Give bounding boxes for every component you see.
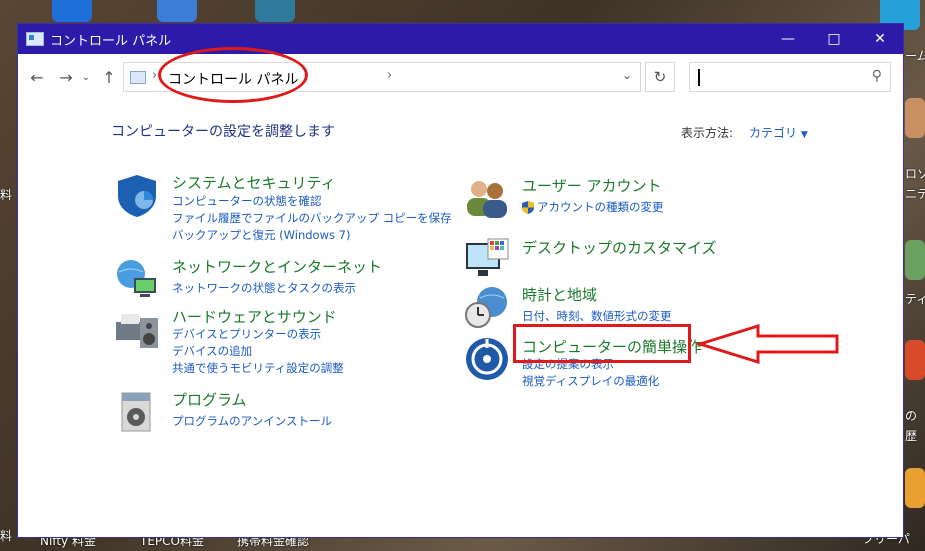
- link-mobility-settings[interactable]: 共通で使うモビリティ設定の調整: [172, 360, 344, 376]
- desktop-label: 歴: [905, 429, 918, 443]
- search-input[interactable]: ⚲: [689, 62, 891, 92]
- uac-shield-icon: [522, 201, 534, 214]
- page-heading: コンピューターの設定を調整します: [111, 124, 335, 140]
- network-globe-icon: [117, 260, 156, 297]
- maximize-button[interactable]: □: [811, 24, 857, 54]
- desktop-balloon-icon[interactable]: [905, 468, 925, 508]
- category-title[interactable]: システムとセキュリティ: [172, 172, 336, 193]
- desktop-label: 料: [0, 188, 13, 202]
- category-title[interactable]: ユーザー アカウント: [522, 175, 661, 196]
- forward-arrow-icon[interactable]: →: [55, 66, 77, 88]
- desktop-label: ニテ: [905, 187, 925, 201]
- text-cursor: [698, 69, 700, 86]
- link-network-status[interactable]: ネットワークの状態とタスクの表示: [172, 280, 356, 296]
- ease-of-access-icon: [466, 338, 508, 380]
- programs-disk-icon: [121, 392, 151, 432]
- link-devices-printers[interactable]: デバイスとプリンターの表示: [172, 326, 321, 342]
- chevron-down-icon: ▼: [800, 130, 808, 140]
- link-check-computer-status[interactable]: コンピューターの状態を確認: [172, 193, 322, 209]
- desktop-user-icon[interactable]: [905, 98, 925, 138]
- link-backup-restore[interactable]: バックアップと復元 (Windows 7): [172, 227, 350, 243]
- desktop-label: 料: [0, 529, 13, 543]
- desktop-shield-icon[interactable]: [157, 0, 197, 22]
- desktop-label: ーム: [905, 49, 925, 63]
- link-file-history[interactable]: ファイル履歴でファイルのバックアップ コピーを保存: [172, 210, 452, 226]
- link-change-date-time-format[interactable]: 日付、時刻、数値形式の変更: [522, 308, 672, 324]
- breadcrumb-chevron-icon[interactable]: ›: [387, 68, 392, 83]
- view-by-dropdown[interactable]: カテゴリ ▼: [749, 124, 808, 141]
- desktop-app-icon[interactable]: [52, 0, 92, 22]
- annotation-red-box: [513, 324, 691, 363]
- category-title[interactable]: デスクトップのカスタマイズ: [522, 237, 717, 258]
- minimize-button[interactable]: —: [765, 24, 811, 54]
- clock-globe-icon: [465, 287, 507, 328]
- back-arrow-icon[interactable]: ←: [26, 66, 48, 88]
- category-title[interactable]: ネットワークとインターネット: [172, 256, 382, 277]
- up-arrow-icon[interactable]: ↑: [98, 66, 120, 88]
- desktop-home-icon[interactable]: [905, 340, 925, 380]
- annotation-red-ellipse: [158, 47, 308, 103]
- view-by-label: 表示方法:: [681, 126, 734, 140]
- link-uninstall-program[interactable]: プログラムのアンインストール: [172, 413, 332, 429]
- category-title[interactable]: プログラム: [172, 389, 247, 410]
- link-optimize-visual-display[interactable]: 視覚ディスプレイの最適化: [522, 373, 659, 389]
- link-label: アカウントの種類の変更: [537, 200, 664, 214]
- desktop-label: ロソフ: [905, 167, 925, 181]
- view-by-value: カテゴリ: [749, 126, 798, 140]
- control-panel-icon: [130, 71, 146, 84]
- desktop-label: ティ: [905, 292, 925, 306]
- window-title: コントロール パネル: [50, 33, 172, 49]
- user-accounts-icon: [467, 181, 507, 218]
- refresh-button[interactable]: ↻: [645, 62, 675, 92]
- title-bar[interactable]: コントロール パネル — □ ✕: [18, 24, 903, 54]
- desktop-cycle-icon[interactable]: [255, 0, 295, 22]
- close-button[interactable]: ✕: [857, 24, 903, 54]
- security-shield-icon: [118, 175, 156, 217]
- link-add-device[interactable]: デバイスの追加: [172, 343, 252, 359]
- desktop-monitor-icon: [466, 238, 509, 276]
- control-panel-window: コントロール パネル — □ ✕ ← → ⌄ ↑ › コントロール パネル › …: [17, 23, 904, 538]
- control-panel-icon: [26, 32, 44, 46]
- recent-chevron-down-icon[interactable]: ⌄: [80, 66, 92, 88]
- desktop-people-icon[interactable]: [905, 240, 925, 280]
- printer-icon: [116, 314, 158, 348]
- annotation-red-arrow: [696, 323, 839, 365]
- address-dropdown-chevron-icon[interactable]: ⌄: [622, 68, 632, 82]
- desktop-label: の: [905, 409, 918, 423]
- search-icon[interactable]: ⚲: [872, 68, 882, 84]
- navigation-bar: ← → ⌄ ↑ › コントロール パネル › ⌄ ↻ ⚲: [18, 62, 903, 92]
- link-change-account-type[interactable]: アカウントの種類の変更: [522, 199, 664, 215]
- category-title[interactable]: ハードウェアとサウンド: [172, 306, 337, 327]
- category-title[interactable]: 時計と地域: [522, 284, 597, 305]
- breadcrumb-chevron-icon[interactable]: ›: [152, 68, 157, 83]
